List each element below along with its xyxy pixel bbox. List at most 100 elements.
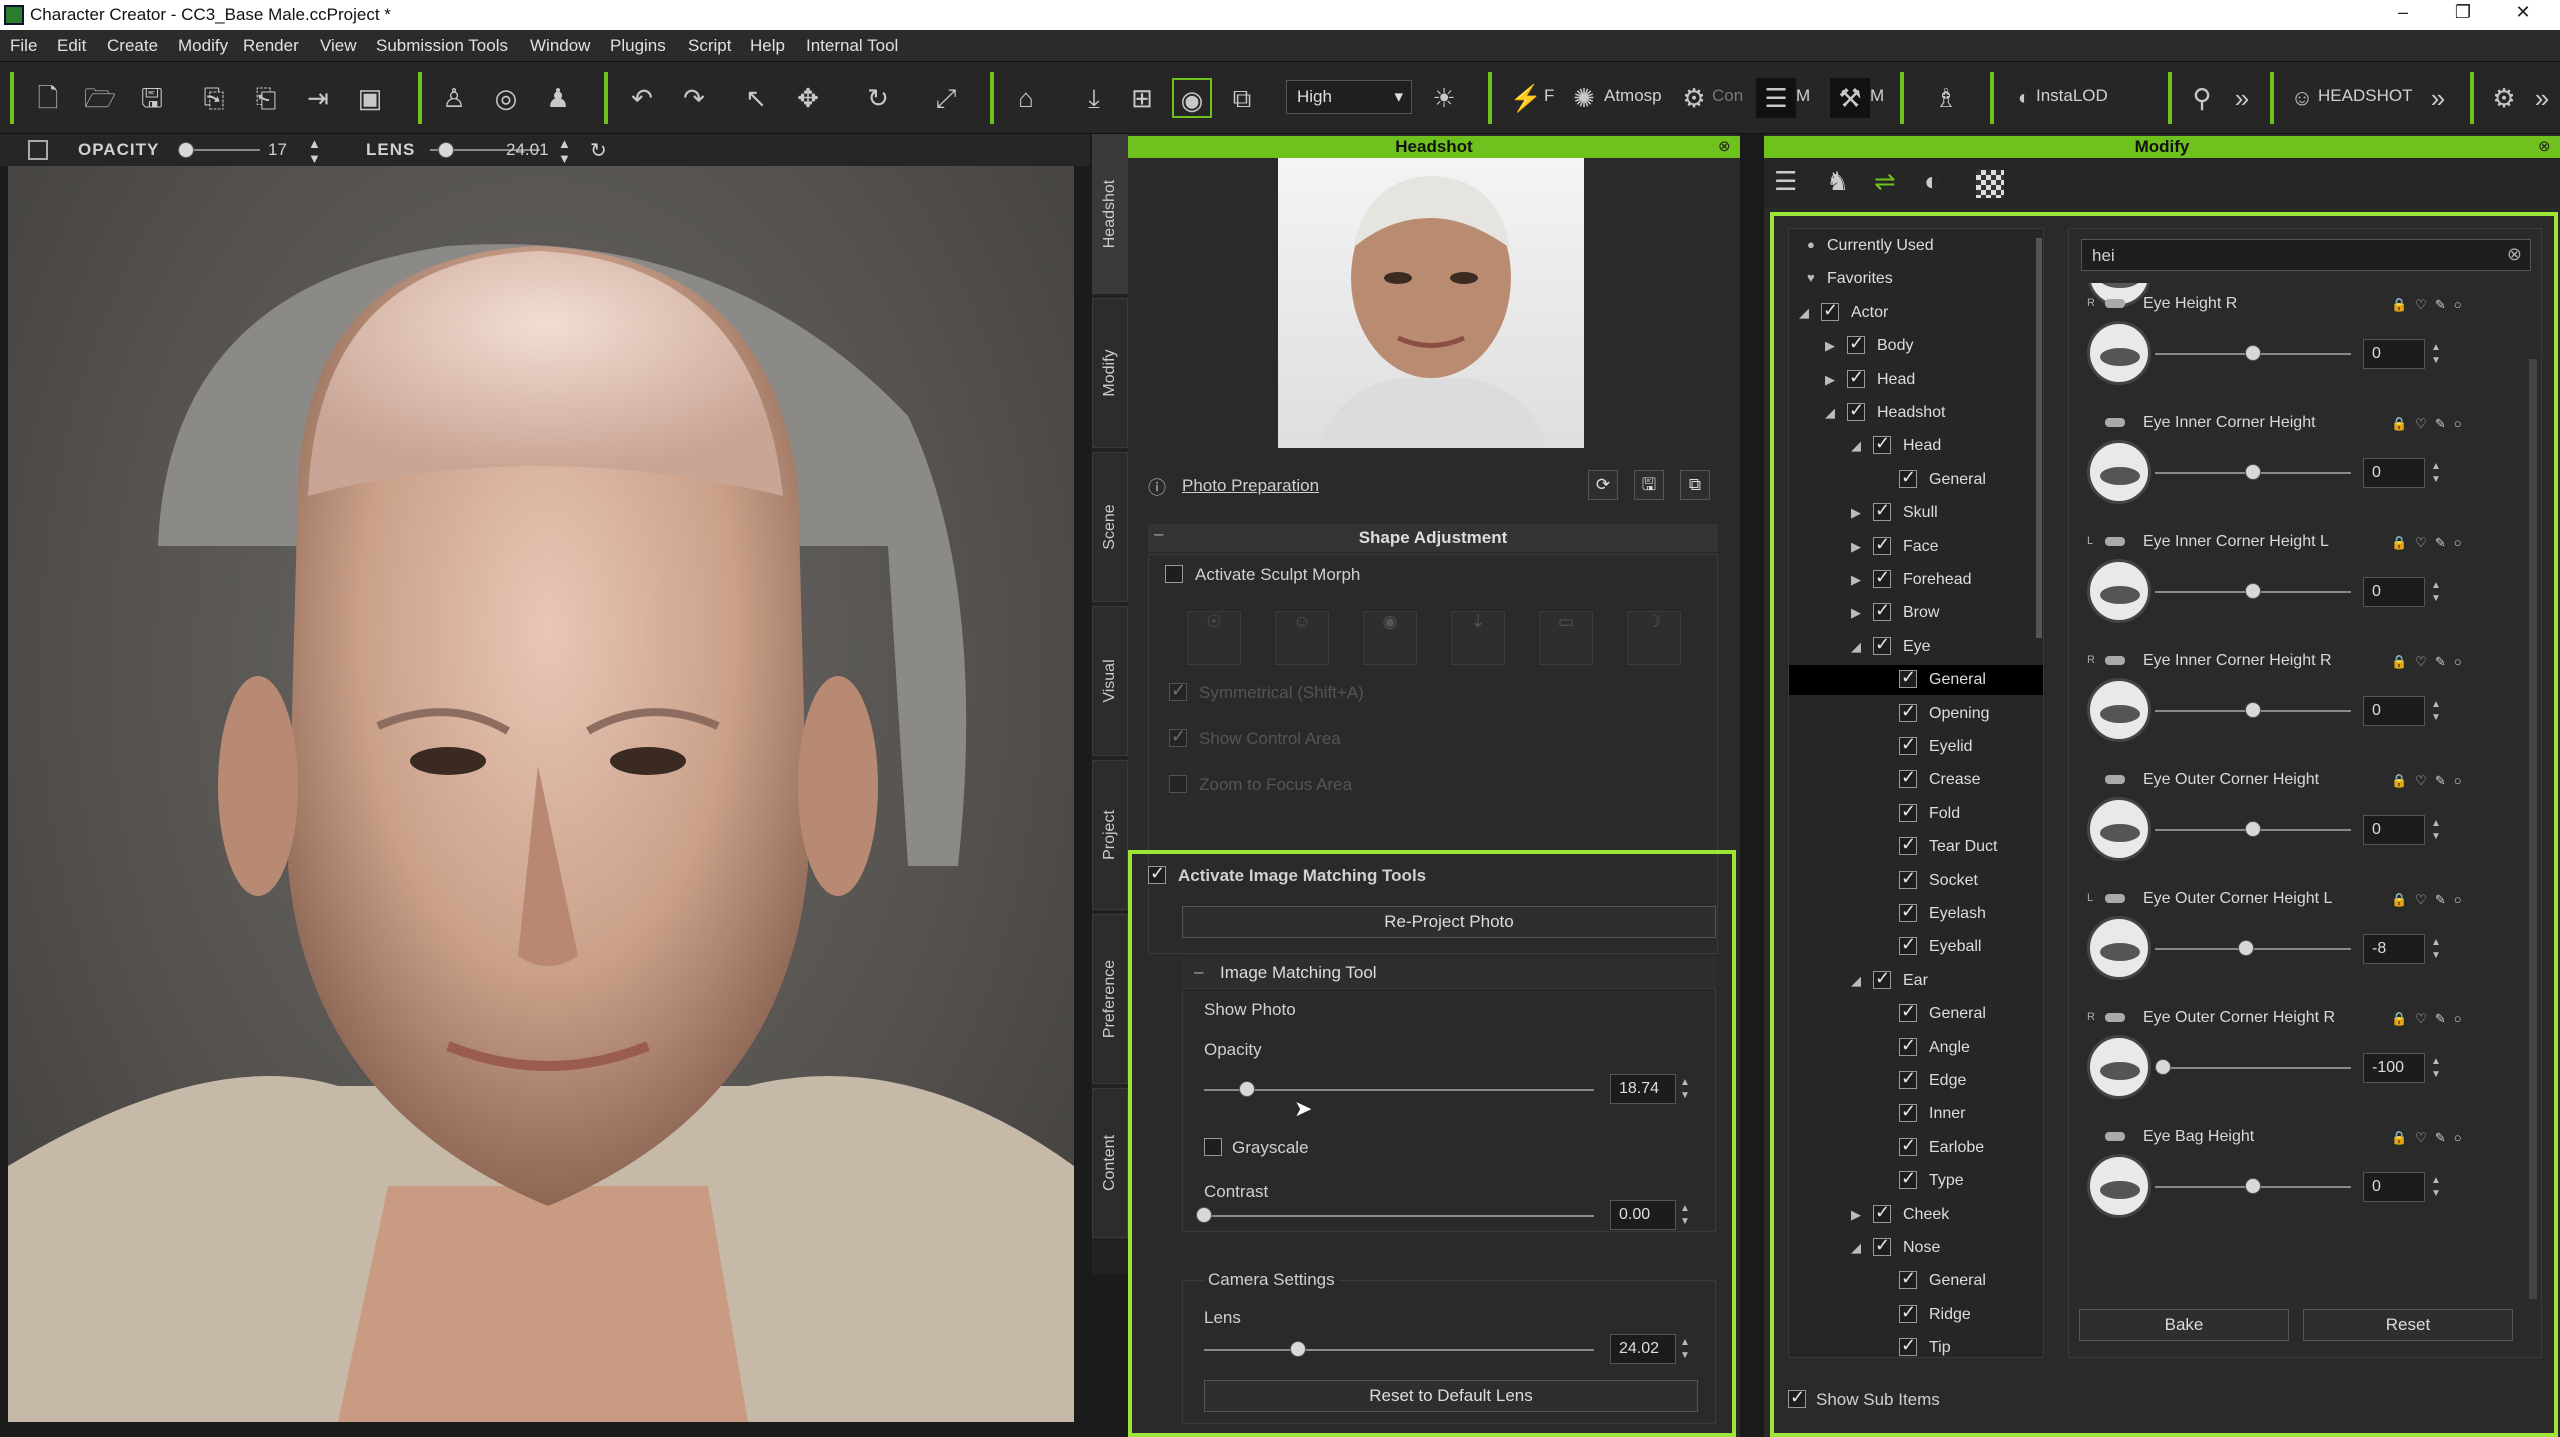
spin-icon[interactable]: ▲ ▼ <box>2431 1174 2443 1200</box>
spin-icon[interactable]: ▲ ▼ <box>2431 579 2443 605</box>
tree-item[interactable]: Tip <box>1789 1333 2043 1357</box>
tree-item-checkbox[interactable] <box>1873 968 1891 989</box>
tree-item-checkbox[interactable] <box>1873 567 1891 588</box>
export-icon[interactable]: ⎗ <box>246 78 286 118</box>
tree-item[interactable]: Eyeball <box>1789 932 2043 962</box>
tree-item-checkbox[interactable] <box>1847 333 1865 355</box>
opacity-value[interactable]: 17 <box>268 140 287 160</box>
3d-viewport[interactable] <box>8 166 1074 1422</box>
tree-item-checkbox[interactable] <box>1873 634 1891 655</box>
restore-icon[interactable]: ❐ <box>2440 2 2486 28</box>
atmosphere-icon[interactable]: ✺ <box>1564 78 1604 118</box>
tree-item-checkbox[interactable] <box>1847 367 1865 388</box>
instalod-label[interactable]: InstaLOD <box>2036 86 2108 106</box>
tree-item[interactable]: ▶ Cheek <box>1789 1200 2043 1230</box>
symmetrical-checkbox[interactable] <box>1169 680 1187 701</box>
expanded-arrow-icon[interactable]: ◢ <box>1799 305 1809 321</box>
toggle-icon[interactable] <box>2105 537 2125 546</box>
expanded-arrow-icon[interactable]: ◢ <box>1851 438 1861 454</box>
camera-view-icon[interactable]: ◉ <box>1172 78 1212 118</box>
tree-item[interactable]: ▶ Face <box>1789 532 2043 562</box>
tree-item[interactable]: ▶ Body <box>1789 331 2043 361</box>
tree-item[interactable]: Edge <box>1789 1066 2043 1096</box>
tree-item-checkbox[interactable] <box>1899 467 1917 488</box>
send-icon[interactable]: ⇥ <box>298 78 338 118</box>
contrast-input[interactable]: 0.00 <box>1610 1200 1676 1230</box>
tab-project[interactable]: Project <box>1092 760 1128 910</box>
tree-item[interactable]: Ridge <box>1789 1300 2043 1330</box>
new-file-icon[interactable]: 🗋 <box>28 78 68 118</box>
morph-actions-icons[interactable]: 🔒♡✎○ <box>2391 773 2470 789</box>
plugin-icon[interactable]: ⚲ <box>2182 78 2222 118</box>
character-icon[interactable]: ♙ <box>434 78 474 118</box>
menu-script[interactable]: Script <box>688 36 731 56</box>
tree-item-checkbox[interactable] <box>1899 1135 1917 1156</box>
sculpt-eye-icon[interactable]: ◉ <box>1363 611 1417 665</box>
sliders-icon[interactable]: ☰ <box>1756 78 1796 118</box>
select-icon[interactable]: ↖ <box>736 78 776 118</box>
tree-item-checkbox[interactable] <box>1847 400 1865 421</box>
tree-item[interactable]: Opening <box>1789 699 2043 729</box>
more-icon[interactable]: » <box>2418 78 2458 118</box>
morph-icon[interactable]: ◎ <box>486 78 526 118</box>
morph-scrollbar[interactable] <box>2529 359 2537 1299</box>
figure-icon[interactable]: ♗ <box>1926 78 1966 118</box>
con-label[interactable]: Con <box>1712 86 1743 106</box>
morph-actions-icons[interactable]: 🔒♡✎○ <box>2391 1011 2470 1027</box>
tree-item-checkbox[interactable] <box>1873 534 1891 555</box>
contrast-slider-knob[interactable] <box>1196 1207 1212 1223</box>
collapsed-arrow-icon[interactable]: ▶ <box>1825 338 1835 354</box>
morph-actions-icons[interactable]: 🔒♡✎○ <box>2391 892 2470 908</box>
expanded-arrow-icon[interactable]: ◢ <box>1851 973 1861 989</box>
zoom-focus-checkbox[interactable] <box>1169 775 1187 793</box>
morph-value-input[interactable]: 0 <box>2363 577 2425 607</box>
open-folder-icon[interactable]: 🗁 <box>80 78 120 118</box>
menu-window[interactable]: Window <box>530 36 590 56</box>
import-icon[interactable]: ⎘ <box>194 78 234 118</box>
tree-item-checkbox[interactable] <box>1899 667 1917 689</box>
morph-actions-icons[interactable]: 🔒♡✎○ <box>2391 297 2470 313</box>
morph-value-input[interactable]: 0 <box>2363 1172 2425 1202</box>
sculpt-face-icon[interactable]: ☺ <box>1275 611 1329 665</box>
tree-item[interactable]: ◢ Nose <box>1789 1233 2043 1263</box>
tab-visual[interactable]: Visual <box>1092 606 1128 756</box>
tree-item-checkbox[interactable] <box>1873 433 1891 455</box>
toggle-icon[interactable] <box>2105 418 2125 427</box>
tree-item-checkbox[interactable] <box>1899 767 1917 789</box>
show-control-checkbox[interactable] <box>1169 726 1187 747</box>
lens-slider-knob[interactable] <box>1289 1341 1306 1357</box>
tree-item-checkbox[interactable] <box>1899 1302 1917 1323</box>
external-icon[interactable]: ⧉ <box>1680 470 1710 500</box>
tree-item-checkbox[interactable] <box>1899 1035 1917 1056</box>
morph-tab-icon[interactable]: ⇌ <box>1874 166 1896 197</box>
tree-scrollbar[interactable] <box>2036 238 2042 638</box>
clear-search-icon[interactable]: ⊗ <box>2507 244 2522 265</box>
toggle-icon[interactable] <box>2105 299 2125 308</box>
tree-item-checkbox[interactable] <box>1899 1268 1917 1290</box>
home-icon[interactable]: ⌂ <box>1006 78 1046 118</box>
tree-item-checkbox[interactable] <box>1899 868 1917 889</box>
morph-value-input[interactable]: -100 <box>2363 1053 2425 1083</box>
spin-icon[interactable]: ▲ ▼ <box>1680 1202 1692 1228</box>
tab-scene[interactable]: Scene <box>1092 452 1128 602</box>
reproject-photo-button[interactable]: Re-Project Photo <box>1182 906 1716 938</box>
morph-actions-icons[interactable]: 🔒♡✎○ <box>2391 535 2470 551</box>
menu-submission-tools[interactable]: Submission Tools <box>376 36 508 56</box>
tree-item[interactable]: Socket <box>1789 866 2043 896</box>
search-box[interactable]: hei ⊗ <box>2081 239 2531 271</box>
menu-plugins[interactable]: Plugins <box>610 36 666 56</box>
tree-item-checkbox[interactable] <box>1899 834 1917 856</box>
tab-content[interactable]: Content <box>1092 1088 1128 1238</box>
spin-icon[interactable]: ▲ ▼ <box>1680 1076 1692 1102</box>
menu-view[interactable]: View <box>320 36 357 56</box>
tree-item[interactable]: General <box>1789 999 2043 1029</box>
tree-item[interactable]: Eyelid <box>1789 732 2043 762</box>
save-icon[interactable]: 🖫 <box>132 78 172 118</box>
tree-item-checkbox[interactable] <box>1873 500 1891 522</box>
tree-item[interactable]: Earlobe <box>1789 1133 2043 1163</box>
shape-adjustment-header[interactable]: Shape Adjustment <box>1148 524 1718 552</box>
contrast-slider-track[interactable] <box>1204 1215 1594 1217</box>
menu-internal-tool[interactable]: Internal Tool <box>806 36 898 56</box>
tree-item[interactable]: Inner <box>1789 1099 2043 1129</box>
tree-item[interactable]: Angle <box>1789 1033 2043 1063</box>
